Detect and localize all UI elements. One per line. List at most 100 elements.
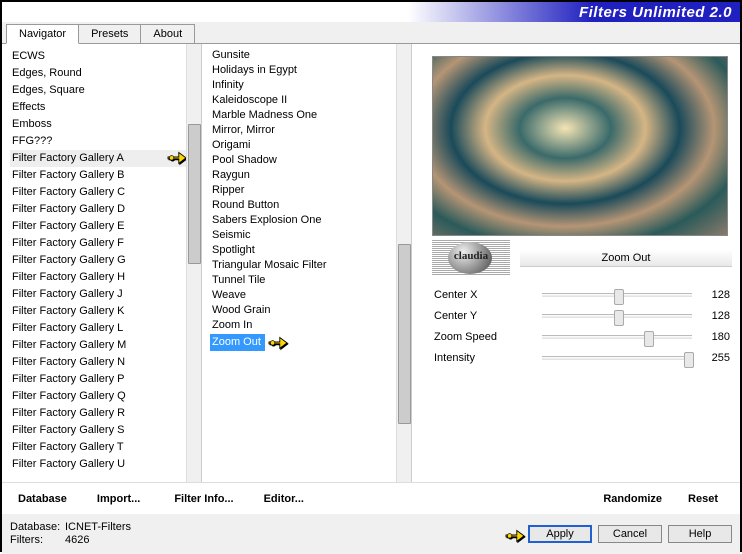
app-title: Filters Unlimited 2.0 (579, 4, 732, 21)
param-label: Zoom Speed (434, 331, 534, 343)
status-db-label: Database: (10, 521, 65, 534)
category-item[interactable]: FFG??? (10, 133, 186, 150)
filter-item[interactable]: Infinity (210, 78, 246, 92)
cancel-button[interactable]: Cancel (598, 525, 662, 543)
category-item[interactable]: Filter Factory Gallery L (10, 320, 186, 337)
filter-item[interactable]: Weave (210, 288, 248, 302)
filter-item[interactable]: Zoom Out (210, 334, 265, 351)
filter-item[interactable]: Tunnel Tile (210, 273, 267, 287)
apply-button[interactable]: Apply (528, 525, 592, 543)
filter-item[interactable]: Sabers Explosion One (210, 213, 323, 227)
category-item[interactable]: Emboss (10, 116, 186, 133)
category-item[interactable]: Filter Factory Gallery D (10, 201, 186, 218)
tab-navigator[interactable]: Navigator (6, 24, 79, 44)
filter-item[interactable]: Marble Madness One (210, 108, 319, 122)
category-item[interactable]: Filter Factory Gallery T (10, 439, 186, 456)
param-slider[interactable] (542, 335, 692, 339)
category-item[interactable]: Filter Factory Gallery Q (10, 388, 186, 405)
category-item[interactable]: ECWS (10, 48, 186, 65)
param-row: Intensity 255 (432, 347, 732, 368)
category-item[interactable]: Edges, Round (10, 65, 186, 82)
title-bar: Filters Unlimited 2.0 (2, 2, 740, 22)
filter-item[interactable]: Wood Grain (210, 303, 273, 317)
category-item[interactable]: Filter Factory Gallery B (10, 167, 186, 184)
category-item[interactable]: Filter Factory Gallery E (10, 218, 186, 235)
scroll-thumb[interactable] (398, 244, 411, 424)
category-item[interactable]: Filter Factory Gallery P (10, 371, 186, 388)
current-filter-name: Zoom Out (520, 250, 732, 267)
filter-item[interactable]: Triangular Mosaic Filter (210, 258, 329, 272)
filter-item[interactable]: Kaleidoscope II (210, 93, 289, 107)
category-item[interactable]: Filter Factory Gallery K (10, 303, 186, 320)
filter-item[interactable]: Spotlight (210, 243, 257, 257)
filter-scrollbar[interactable] (396, 44, 411, 482)
tab-presets[interactable]: Presets (78, 24, 141, 43)
status-info: Database: ICNET-Filters Filters: 4626 (10, 521, 131, 547)
filter-item[interactable]: Mirror, Mirror (210, 123, 277, 137)
filter-item[interactable]: Ripper (210, 183, 246, 197)
category-pane: ECWSEdges, RoundEdges, SquareEffectsEmbo… (2, 44, 202, 482)
preview-image (432, 56, 728, 236)
watermark-logo: claudia (432, 240, 510, 276)
pointer-icon (265, 336, 289, 348)
param-row-empty (432, 410, 732, 431)
param-slider[interactable] (542, 314, 692, 318)
filter-item[interactable]: Seismic (210, 228, 253, 242)
tabs: Navigator Presets About (2, 22, 740, 44)
param-row-empty (432, 368, 732, 389)
scroll-thumb[interactable] (188, 124, 201, 264)
pointer-icon (504, 526, 526, 544)
category-item[interactable]: Filter Factory Gallery F (10, 235, 186, 252)
filter-item[interactable]: Zoom In (210, 318, 254, 332)
category-item[interactable]: Filter Factory Gallery G (10, 252, 186, 269)
param-value: 255 (700, 352, 730, 364)
category-item[interactable]: Edges, Square (10, 82, 186, 99)
param-slider[interactable] (542, 293, 692, 297)
category-item[interactable]: Filter Factory Gallery R (10, 405, 186, 422)
category-scrollbar[interactable] (186, 44, 201, 482)
category-item[interactable]: Filter Factory Gallery H (10, 269, 186, 286)
filter-list[interactable]: GunsiteHolidays in EgyptInfinityKaleidos… (202, 44, 396, 482)
category-item[interactable]: Filter Factory Gallery C (10, 184, 186, 201)
filter-item[interactable]: Origami (210, 138, 253, 152)
category-item[interactable]: Filter Factory Gallery J (10, 286, 186, 303)
param-label: Center X (434, 289, 534, 301)
help-button[interactable]: Help (668, 525, 732, 543)
category-item[interactable]: Effects (10, 99, 186, 116)
filter-item[interactable]: Pool Shadow (210, 153, 279, 167)
param-slider[interactable] (542, 356, 692, 360)
param-row: Zoom Speed 180 (432, 326, 732, 347)
param-label: Center Y (434, 310, 534, 322)
filter-item[interactable]: Raygun (210, 168, 252, 182)
tab-about[interactable]: About (140, 24, 195, 43)
filter-item[interactable]: Holidays in Egypt (210, 63, 299, 77)
pointer-icon (166, 148, 186, 166)
category-item[interactable]: Filter Factory Gallery M (10, 337, 186, 354)
param-row: Center X 128 (432, 284, 732, 305)
editor-button[interactable]: Editor... (256, 490, 312, 508)
status-db-value: ICNET-Filters (65, 521, 131, 534)
category-list[interactable]: ECWSEdges, RoundEdges, SquareEffectsEmbo… (2, 44, 186, 482)
reset-button[interactable]: Reset (680, 490, 726, 508)
filter-item[interactable]: Round Button (210, 198, 281, 212)
preview-pane: claudia Zoom Out Center X128Center Y128Z… (412, 44, 740, 482)
param-value: 180 (700, 331, 730, 343)
link-button-row: Database Import... Filter Info... Editor… (2, 482, 740, 514)
param-label: Intensity (434, 352, 534, 364)
filter-item[interactable]: Gunsite (210, 48, 252, 62)
database-button[interactable]: Database (10, 490, 75, 508)
category-item[interactable]: Filter Factory Gallery S (10, 422, 186, 439)
category-item[interactable]: Filter Factory Gallery U (10, 456, 186, 473)
bottom-button-row: Database: ICNET-Filters Filters: 4626 Ap… (2, 514, 740, 554)
category-item[interactable]: Filter Factory Gallery N (10, 354, 186, 371)
filter-info-button[interactable]: Filter Info... (166, 490, 241, 508)
param-row-empty (432, 389, 732, 410)
randomize-button[interactable]: Randomize (595, 490, 670, 508)
status-filters-label: Filters: (10, 534, 65, 547)
param-row: Center Y128 (432, 305, 732, 326)
param-row-empty (432, 431, 732, 452)
param-value: 128 (700, 289, 730, 301)
category-item[interactable]: Filter Factory Gallery A (10, 150, 186, 167)
filter-pane: GunsiteHolidays in EgyptInfinityKaleidos… (202, 44, 412, 482)
import-button[interactable]: Import... (89, 490, 148, 508)
